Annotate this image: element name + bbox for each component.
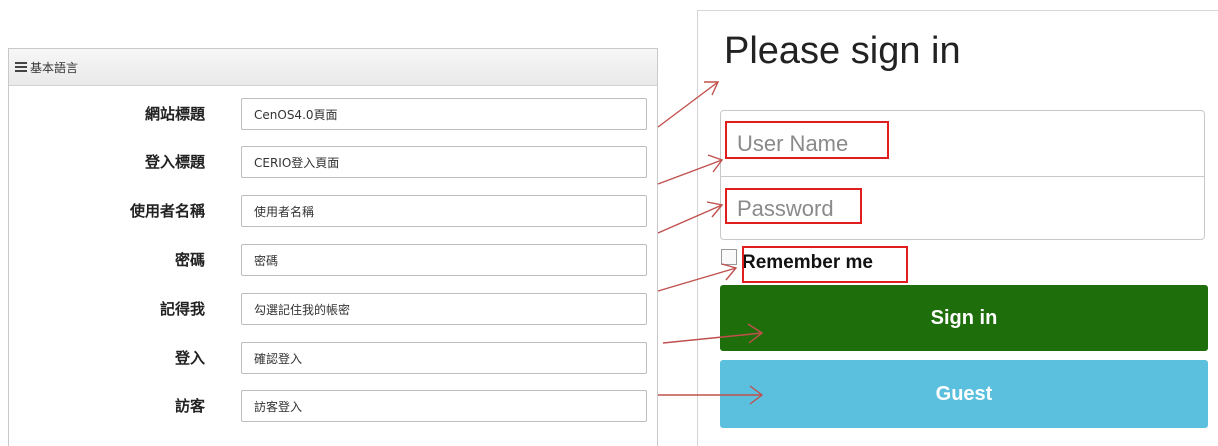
arrow-password [657, 204, 723, 234]
arrow-username [657, 159, 723, 185]
arrow-signin [662, 332, 763, 344]
arrow-password-head [706, 201, 724, 218]
arrow-remember [657, 267, 737, 292]
arrow-title [657, 81, 719, 128]
arrow-username-head [707, 154, 724, 173]
callout-arrows [657, 81, 764, 405]
